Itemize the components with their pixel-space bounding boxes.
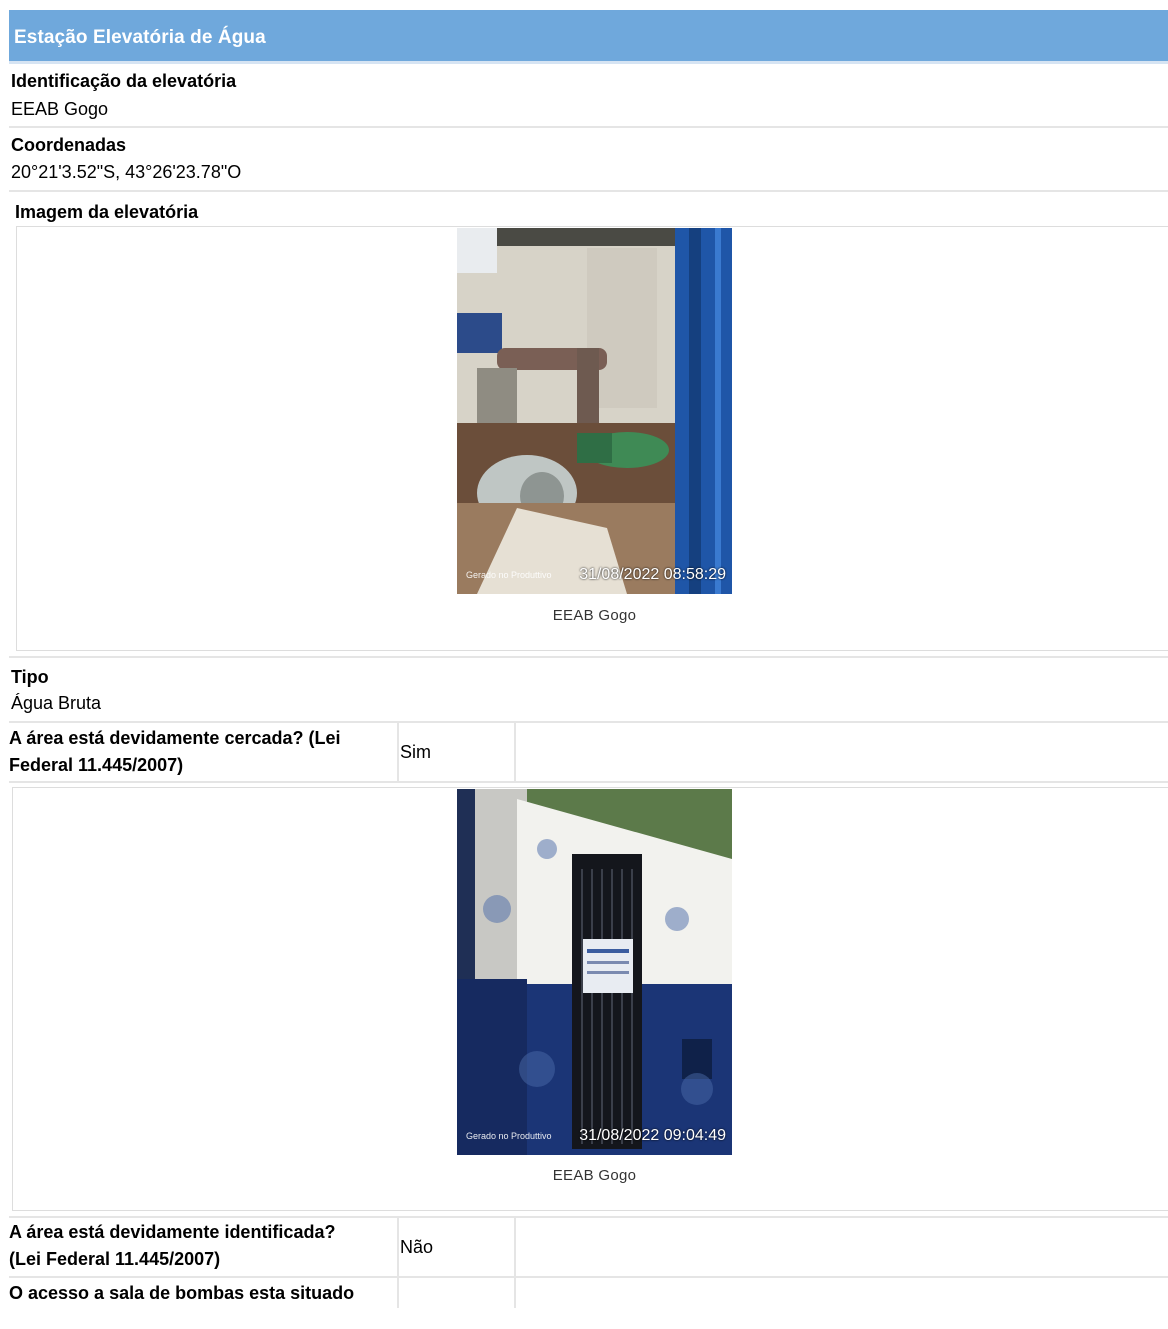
- question-label-line1: A área está devidamente identificada?: [9, 1222, 336, 1242]
- column-divider: [514, 723, 516, 781]
- photo-source-label: Gerado no Produttivo: [466, 1131, 552, 1141]
- identificacao-value: EEAB Gogo: [11, 99, 109, 119]
- coordenadas-label: Coordenadas: [11, 135, 127, 155]
- question-label-line2: Federal 11.445/2007): [9, 755, 184, 775]
- divider: [9, 190, 1168, 192]
- imagem-label: Imagem da elevatória: [15, 202, 199, 222]
- section-header: Estação Elevatória de Água: [9, 10, 1168, 64]
- divider: [9, 126, 1168, 128]
- column-divider: [397, 1218, 399, 1276]
- identificacao-label: Identificação da elevatória: [11, 71, 237, 91]
- fence-image: [457, 789, 732, 1155]
- report-page: Estação Elevatória de Água Identificação…: [0, 0, 1168, 1329]
- question-label-line1: A área está devidamente cercada? (Lei: [9, 728, 341, 748]
- photo-caption: EEAB Gogo: [552, 607, 637, 624]
- photo-stamp: Gerado no Produttivo 31/08/2022 09:04:49: [457, 1121, 732, 1147]
- tipo-label: Tipo: [11, 667, 49, 687]
- question-answer: Não: [400, 1237, 434, 1257]
- photo-stamp: Gerado no Produttivo 31/08/2022 08:58:29: [457, 560, 732, 586]
- column-divider: [397, 1278, 399, 1308]
- section-title: Estação Elevatória de Água: [14, 27, 266, 48]
- divider: [9, 1276, 1168, 1278]
- fence-photo[interactable]: Gerado no Produttivo 31/08/2022 09:04:49: [457, 789, 732, 1155]
- column-divider: [514, 1218, 516, 1276]
- question-answer: Sim: [400, 742, 431, 762]
- divider: [9, 781, 1168, 783]
- column-divider: [397, 723, 399, 781]
- tipo-value: Água Bruta: [11, 693, 102, 713]
- divider: [9, 1216, 1168, 1218]
- photo-source-label: Gerado no Produttivo: [466, 570, 552, 580]
- column-divider: [514, 1278, 516, 1308]
- pump-room-photo[interactable]: Gerado no Produttivo 31/08/2022 08:58:29: [457, 228, 732, 594]
- divider: [9, 656, 1168, 658]
- pump-room-image: [457, 228, 732, 594]
- question-label-line2: (Lei Federal 11.445/2007): [9, 1249, 221, 1269]
- question-label-line1: O acesso a sala de bombas esta situado: [9, 1283, 355, 1303]
- coordenadas-value: 20°21'3.52"S, 43°26'23.78"O: [11, 162, 242, 182]
- photo-timestamp: 31/08/2022 09:04:49: [579, 1127, 726, 1144]
- photo-caption: EEAB Gogo: [552, 1167, 637, 1184]
- photo-timestamp: 31/08/2022 08:58:29: [579, 566, 726, 583]
- divider: [9, 721, 1168, 723]
